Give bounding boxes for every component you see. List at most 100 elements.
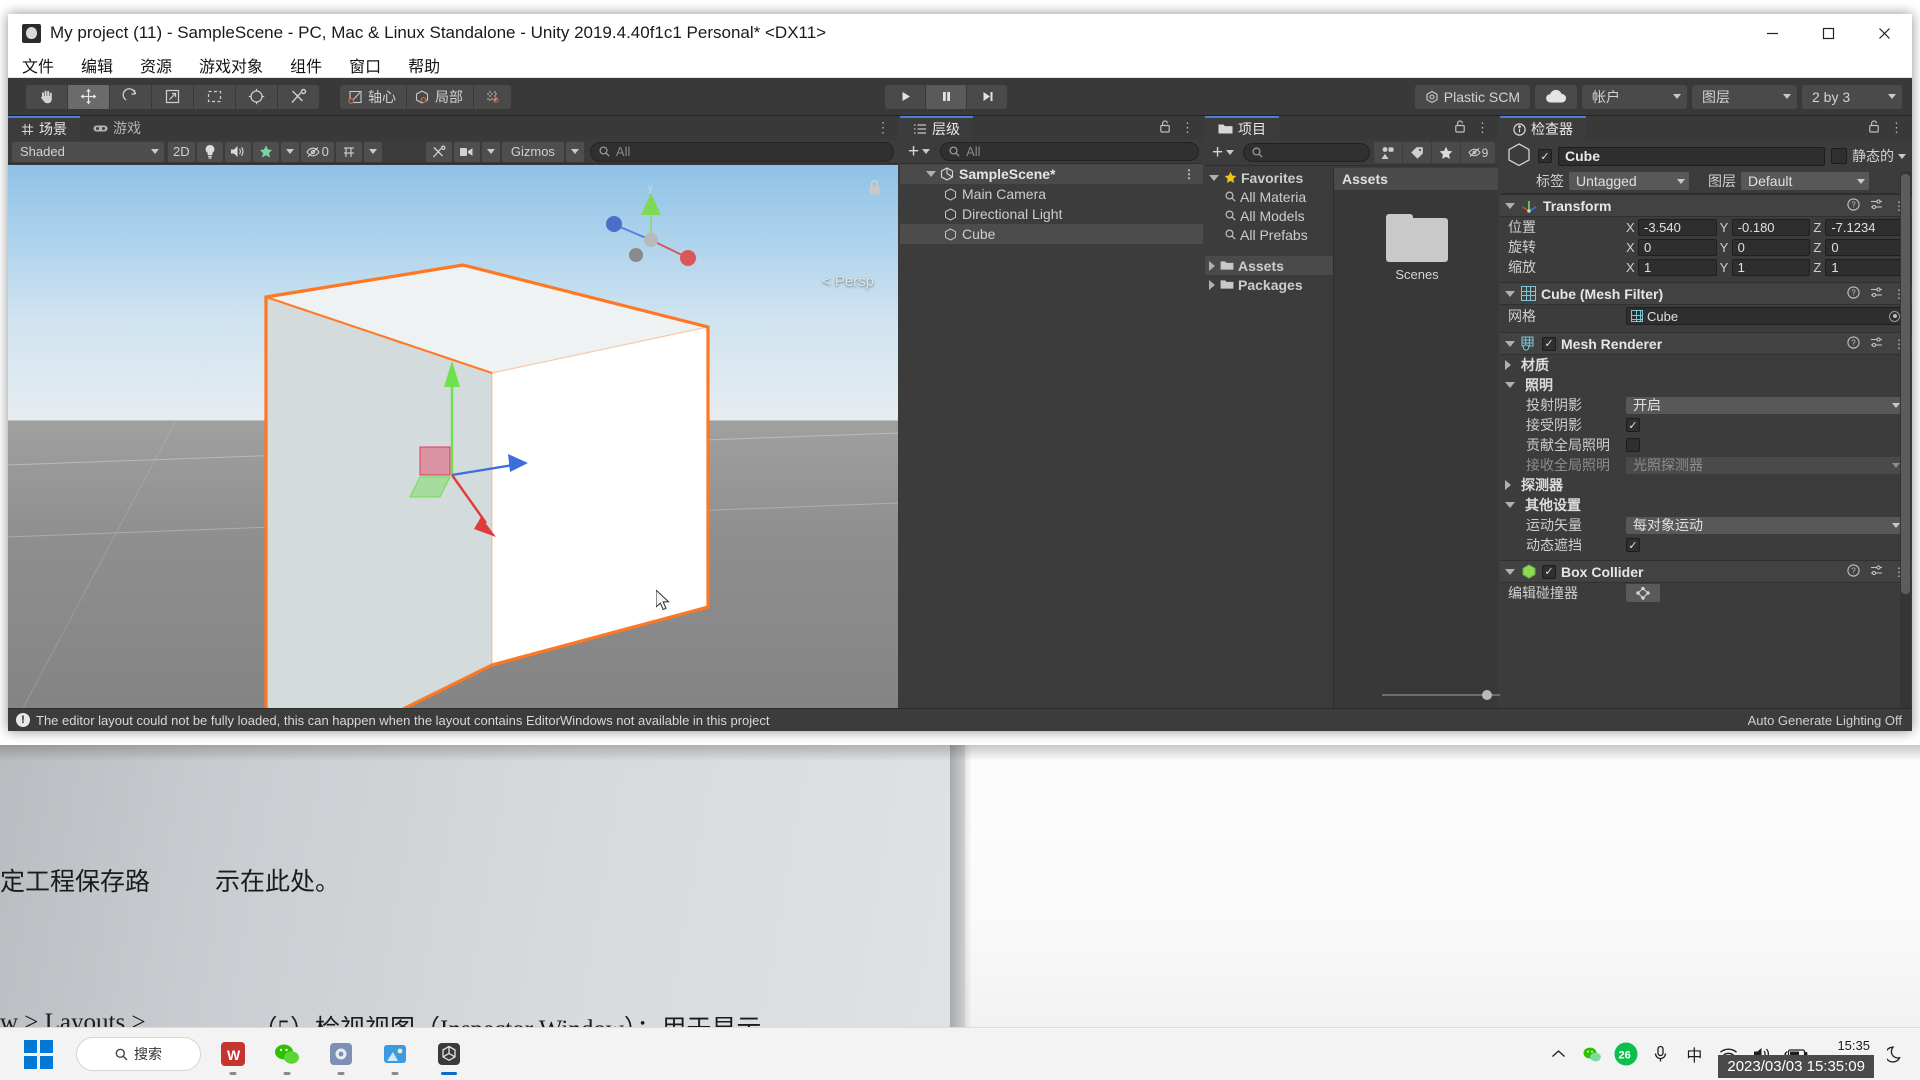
project-row-packages[interactable]: Packages — [1205, 275, 1333, 294]
scale-y-input[interactable]: 1 — [1731, 258, 1811, 276]
hierarchy-lock-icon[interactable] — [1159, 120, 1171, 136]
taskbar-app-wps[interactable]: W — [211, 1032, 255, 1076]
scale-x-input[interactable]: 1 — [1638, 258, 1717, 276]
chevron-up-icon[interactable] — [1541, 1034, 1575, 1074]
scale-z-input[interactable]: 1 — [1825, 258, 1905, 276]
chevron-down-icon[interactable] — [1209, 174, 1219, 181]
custom-tool-icon[interactable] — [278, 84, 319, 109]
gizmos-visibility-icon[interactable] — [453, 141, 480, 162]
favorites-star-icon[interactable] — [1432, 142, 1460, 163]
project-hidden-count[interactable]: 9 — [1461, 142, 1495, 163]
inspector-lock-icon[interactable] — [1868, 120, 1880, 136]
project-zoom-slider[interactable] — [1382, 688, 1524, 702]
object-name-input[interactable]: Cube — [1558, 146, 1825, 166]
scene-fx-dropdown[interactable] — [280, 141, 299, 162]
project-menu-icon[interactable]: ⋮ — [1476, 120, 1489, 136]
rotation-x-input[interactable]: 0 — [1638, 238, 1717, 256]
hierarchy-row-cube[interactable]: Cube — [900, 224, 1203, 244]
chevron-down-icon[interactable] — [1505, 202, 1515, 209]
tab-inspector[interactable]: 检查器 — [1500, 116, 1586, 140]
gizmos-button[interactable]: Gizmos — [501, 141, 564, 162]
rotation-z-input[interactable]: 0 — [1825, 238, 1905, 256]
taskbar-app-photos[interactable] — [373, 1032, 417, 1076]
menu-gameobject[interactable]: 游戏对象 — [199, 53, 263, 77]
chevron-down-icon[interactable] — [926, 171, 936, 177]
close-button[interactable] — [1856, 14, 1912, 52]
hierarchy-add-button[interactable]: + — [904, 142, 934, 162]
project-row-all-prefabs[interactable]: All Prefabs — [1205, 225, 1333, 244]
hand-tool-icon[interactable] — [26, 84, 67, 109]
scale-tool-icon[interactable] — [152, 84, 193, 109]
tab-scene[interactable]: 场景 — [8, 116, 80, 140]
menu-help[interactable]: 帮助 — [408, 53, 440, 77]
project-row-all-materials[interactable]: All Materia — [1205, 187, 1333, 206]
tab-project[interactable]: 项目 — [1205, 116, 1279, 140]
rotate-tool-icon[interactable] — [110, 84, 151, 109]
toggle-2d-button[interactable]: 2D — [168, 141, 195, 162]
filter-by-label-icon[interactable] — [1403, 142, 1431, 163]
rect-tool-icon[interactable] — [194, 84, 235, 109]
play-button[interactable] — [885, 84, 925, 109]
static-checkbox[interactable] — [1831, 148, 1847, 164]
chevron-down-icon[interactable] — [1505, 340, 1515, 347]
chevron-down-icon[interactable] — [1505, 568, 1515, 575]
mesh-renderer-additional-section[interactable]: 其他设置 — [1500, 495, 1912, 515]
start-button[interactable] — [18, 1034, 58, 1074]
project-row-all-models[interactable]: All Models — [1205, 206, 1333, 225]
contribute-gi-checkbox[interactable] — [1626, 438, 1640, 452]
object-picker-icon[interactable] — [1889, 310, 1900, 322]
tag-dropdown[interactable]: Untagged — [1569, 172, 1689, 190]
help-icon[interactable]: ? — [1847, 285, 1860, 302]
edit-collider-button[interactable] — [1626, 584, 1660, 602]
menu-assets[interactable]: 资源 — [140, 53, 172, 77]
receive-shadows-checkbox[interactable]: ✓ — [1626, 418, 1640, 432]
dynamic-occlusion-checkbox[interactable]: ✓ — [1626, 538, 1640, 552]
scene-panel-menu-icon[interactable]: ⋮ — [876, 120, 890, 134]
project-row-assets[interactable]: Assets — [1205, 256, 1333, 275]
scene-viewport[interactable]: y x < Persp — [8, 165, 898, 708]
preset-icon[interactable] — [1870, 198, 1883, 214]
minimize-button[interactable] — [1744, 14, 1800, 52]
menu-file[interactable]: 文件 — [22, 53, 54, 77]
pivot-toggle-button[interactable]: 轴心 — [340, 84, 406, 109]
project-search-input[interactable] — [1243, 143, 1370, 162]
gizmos-camera-dropdown[interactable] — [481, 141, 500, 162]
preset-icon[interactable] — [1870, 336, 1883, 352]
component-header-transform[interactable]: Transform ? ⋮ — [1500, 194, 1912, 217]
taskbar-app-explorer[interactable] — [319, 1032, 363, 1076]
pause-button[interactable] — [926, 84, 966, 109]
scrollbar-thumb[interactable] — [1901, 174, 1910, 594]
position-z-input[interactable]: -7.1234 — [1825, 218, 1905, 236]
motion-vectors-dropdown[interactable]: 每对象运动 — [1626, 516, 1904, 534]
mesh-renderer-probes-section[interactable]: 探测器 — [1500, 475, 1912, 495]
status-message-group[interactable]: ! The editor layout could not be fully l… — [16, 713, 770, 728]
taskbar-app-wechat[interactable] — [265, 1032, 309, 1076]
hierarchy-menu-icon[interactable]: ⋮ — [1181, 120, 1194, 136]
scene-view-gizmo[interactable]: y x — [596, 185, 706, 295]
position-x-input[interactable]: -3.540 — [1638, 218, 1717, 236]
preset-icon[interactable] — [1870, 286, 1883, 302]
object-enabled-checkbox[interactable]: ✓ — [1538, 149, 1552, 163]
scene-tools-icon[interactable] — [425, 141, 452, 162]
chevron-right-icon[interactable] — [1505, 480, 1511, 490]
layers-dropdown[interactable]: 图层 — [1692, 84, 1797, 109]
inspector-scrollbar[interactable] — [1900, 172, 1911, 708]
plastic-scm-button[interactable]: Plastic SCM — [1414, 84, 1530, 109]
project-lock-icon[interactable] — [1454, 120, 1466, 136]
move-tool-icon[interactable] — [68, 84, 109, 109]
local-toggle-button[interactable]: 局部 — [407, 84, 473, 109]
hierarchy-row-scene[interactable]: SampleScene* ⋮ — [900, 164, 1203, 184]
tab-hierarchy[interactable]: 层级 — [900, 116, 973, 140]
inspector-menu-icon[interactable]: ⋮ — [1890, 120, 1903, 136]
layout-dropdown[interactable]: 2 by 3 — [1802, 84, 1902, 109]
ime-icon[interactable]: 中 — [1677, 1034, 1711, 1074]
move-gizmo[interactable] — [8, 165, 898, 708]
help-icon[interactable]: ? — [1847, 563, 1860, 580]
account-dropdown[interactable]: 帐户 — [1582, 84, 1687, 109]
transform-tool-icon[interactable] — [236, 84, 277, 109]
chevron-down-icon[interactable] — [1505, 502, 1515, 508]
menu-edit[interactable]: 编辑 — [81, 53, 113, 77]
scene-search-input[interactable]: All — [589, 141, 894, 162]
mesh-renderer-enabled-checkbox[interactable]: ✓ — [1542, 336, 1556, 351]
shading-mode-dropdown[interactable]: Shaded — [12, 141, 164, 162]
